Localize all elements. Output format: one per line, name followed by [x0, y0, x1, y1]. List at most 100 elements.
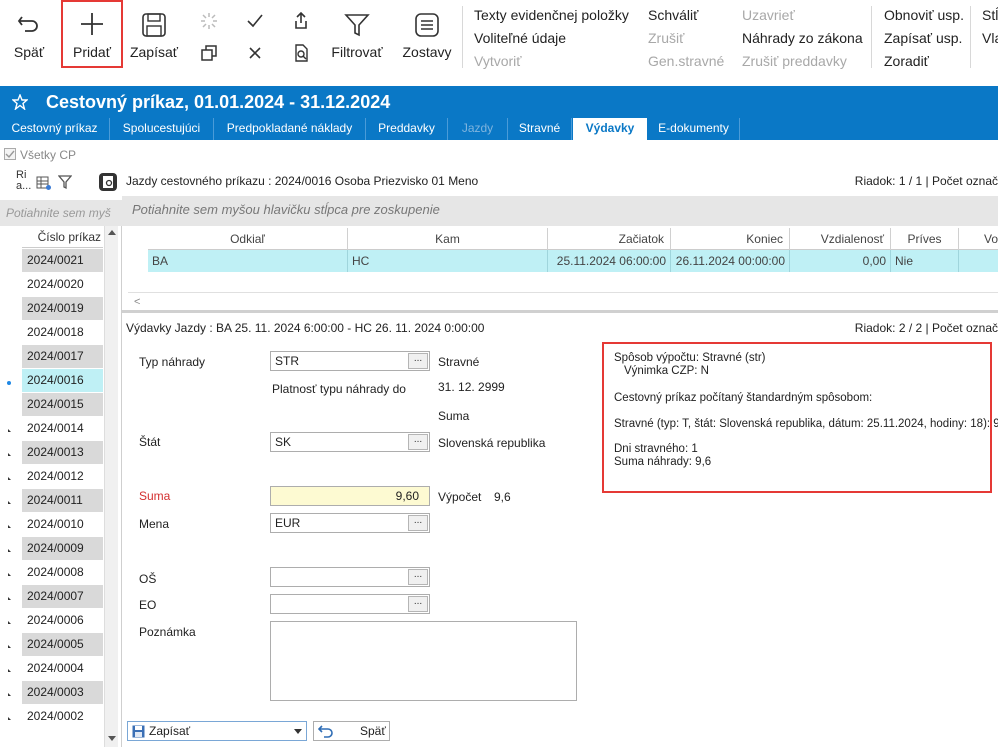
list-item[interactable]: 2024/0007 [22, 585, 103, 609]
tab-stravne[interactable]: Stravné [508, 118, 572, 140]
list-item[interactable]: 2024/0014 [22, 417, 103, 441]
list-item[interactable]: 2024/0010 [22, 513, 103, 537]
trip-cell-koniec: 26.11.2024 00:00:00 [671, 250, 790, 272]
stat-lookup-button[interactable]: ... [408, 434, 428, 450]
row-marker [8, 285, 12, 289]
link-stl[interactable]: Stĺ [982, 7, 998, 23]
document-search-icon[interactable] [98, 172, 118, 192]
list-item[interactable]: 2024/0015 [22, 393, 103, 417]
tab-vydavky[interactable]: Výdavky [573, 118, 647, 140]
tab-preddavky[interactable]: Preddavky [366, 118, 448, 140]
splitter[interactable] [122, 310, 998, 313]
floppy-disk-icon [132, 725, 145, 738]
list-item[interactable]: 2024/0009 [22, 537, 103, 561]
copy-icon[interactable] [199, 43, 219, 63]
reports-button[interactable]: Zostavy [398, 0, 456, 72]
list-item[interactable]: 2024/0005 [22, 633, 103, 657]
list-item[interactable]: 2024/0008 [22, 561, 103, 585]
row-marker [8, 717, 11, 720]
list-item[interactable]: 2024/0006 [22, 609, 103, 633]
info-line: Stravné (typ: T, štát: Slovenská republi… [614, 418, 998, 430]
stat-field[interactable]: SK ... [270, 432, 430, 452]
link-obnovit-usp[interactable]: Obnoviť usp. [884, 7, 964, 23]
os-lookup-button[interactable]: ... [408, 569, 428, 585]
filter-icon[interactable] [58, 174, 72, 190]
suma-field[interactable]: 9,60 [270, 486, 430, 506]
typ-nahrady-field[interactable]: STR ... [270, 351, 430, 371]
tab-spolucestujuci[interactable]: Spolucestujúci [110, 118, 214, 140]
order-number-column-header[interactable]: Číslo príkaz [22, 226, 103, 248]
list-item[interactable]: 2024/0013 [22, 441, 103, 465]
table-settings-icon[interactable] [36, 175, 52, 191]
link-zrusit-preddavky[interactable]: Zrušiť preddavky [742, 53, 847, 69]
col-koniec[interactable]: Koniec [671, 228, 790, 250]
filter-button[interactable]: Filtrovať [328, 0, 386, 72]
list-item[interactable]: 2024/0016 [22, 369, 103, 393]
link-zoradit[interactable]: Zoradiť [884, 53, 929, 69]
link-zrusit[interactable]: Zrušiť [648, 30, 684, 46]
close-icon[interactable] [245, 43, 265, 63]
link-schvalit[interactable]: Schváliť [648, 7, 698, 23]
scroll-down-icon[interactable] [108, 736, 116, 741]
link-vytvorit[interactable]: Vytvoriť [474, 53, 522, 69]
stat-label: Štát [139, 435, 161, 449]
col-vzdialenost[interactable]: Vzdialenosť [790, 228, 891, 250]
col-prives[interactable]: Príves [891, 228, 959, 250]
col-zaciatok[interactable]: Začiatok [548, 228, 671, 250]
list-item[interactable]: 2024/0002 [22, 705, 103, 729]
list-item[interactable]: 2024/0020 [22, 273, 103, 297]
mena-field[interactable]: EUR ... [270, 513, 430, 533]
trip-row[interactable]: BA HC 25.11.2024 06:00:00 26.11.2024 00:… [148, 250, 998, 272]
chevron-down-icon[interactable] [294, 729, 302, 734]
link-texty[interactable]: Texty evidenčnej položky [474, 7, 629, 23]
col-odkial[interactable]: Odkiaľ [148, 228, 348, 250]
left-group-hint[interactable]: Potiahnite sem myš [0, 200, 122, 226]
col-kam[interactable]: Kam [348, 228, 548, 250]
os-field[interactable]: ... [270, 567, 430, 587]
link-vla[interactable]: Vla [982, 30, 998, 46]
link-zapisat-usp[interactable]: Zapísať usp. [884, 30, 962, 46]
filter-icon [344, 14, 370, 37]
bottom-back-button[interactable]: Späť [313, 721, 390, 741]
trips-group-hint-bar[interactable]: Potiahnite sem myšou hlavičku stĺpca pre… [122, 196, 998, 226]
list-item[interactable]: 2024/0011 [22, 489, 103, 513]
add-button[interactable]: Pridať [61, 0, 123, 68]
row-marker [8, 597, 11, 600]
save-dropdown-button[interactable]: Zapísať [127, 721, 307, 741]
list-item[interactable]: 2024/0018 [22, 321, 103, 345]
scroll-left-icon[interactable]: < [134, 296, 140, 308]
eo-field[interactable]: ... [270, 594, 430, 614]
scroll-up-icon[interactable] [108, 230, 116, 235]
check-icon[interactable] [245, 11, 265, 31]
left-scrollbar[interactable] [104, 226, 118, 747]
link-gen-stravne[interactable]: Gen.stravné [648, 53, 724, 69]
list-item[interactable]: 2024/0003 [22, 681, 103, 705]
all-cp-checkbox[interactable] [4, 148, 16, 160]
tab-e-dokumenty[interactable]: E-dokumenty [648, 118, 740, 140]
link-nahrady[interactable]: Náhrady zo zákona [742, 30, 863, 46]
save-button[interactable]: Zapísať [126, 0, 182, 72]
typ-nahrady-lookup-button[interactable]: ... [408, 353, 428, 369]
trips-horizontal-scrollbar[interactable]: < [128, 292, 998, 308]
tab-cestovny-prikaz[interactable]: Cestovný príkaz [0, 118, 110, 140]
eo-lookup-button[interactable]: ... [408, 596, 428, 612]
share-icon[interactable] [291, 11, 311, 31]
tab-predpokladane-naklady[interactable]: Predpokladané náklady [214, 118, 366, 140]
list-item[interactable]: 2024/0004 [22, 657, 103, 681]
tab-jazdy[interactable]: Jazdy [448, 118, 508, 140]
star-icon[interactable] [12, 94, 28, 110]
link-volitelne[interactable]: Voliteľné údaje [474, 30, 566, 46]
back-button[interactable]: Späť [6, 0, 52, 72]
checkmark-icon [5, 150, 15, 159]
list-item[interactable]: 2024/0021 [22, 249, 103, 273]
mena-lookup-button[interactable]: ... [408, 515, 428, 531]
col-vo[interactable]: Vo [959, 228, 998, 250]
vypocet-value: 9,6 [494, 490, 511, 504]
link-uzavriet[interactable]: Uzavrieť [742, 7, 795, 23]
document-search-icon[interactable] [291, 43, 311, 63]
poznamka-textarea[interactable] [270, 621, 577, 701]
row-marker [8, 405, 12, 409]
list-item[interactable]: 2024/0012 [22, 465, 103, 489]
list-item[interactable]: 2024/0017 [22, 345, 103, 369]
list-item[interactable]: 2024/0019 [22, 297, 103, 321]
